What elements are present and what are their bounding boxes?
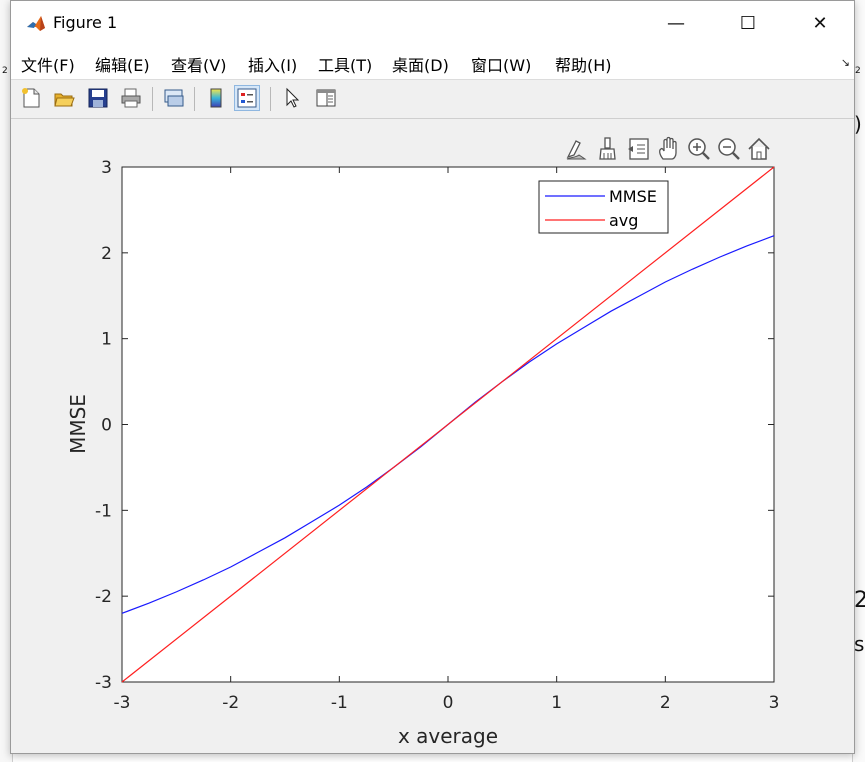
home-icon[interactable] [748,137,770,160]
link-plot-button[interactable] [161,85,187,111]
menu-edit[interactable]: 编辑(E) [95,52,150,76]
brush-icon[interactable] [599,137,616,160]
y-tick-label: -2 [95,587,112,607]
save-icon [88,88,108,108]
figure-toolbar [11,80,854,119]
insert-colorbar-button[interactable] [203,85,229,111]
background-text: ) [854,112,862,136]
print-button[interactable] [118,85,144,111]
y-axis-label: MMSE [66,394,90,454]
edit-plot-button[interactable] [279,85,305,111]
new-figure-icon [22,88,40,108]
x-tick-label: 3 [769,693,780,713]
menu-window[interactable]: 窗口(W) [471,52,531,76]
y-tick-label: 2 [101,244,112,264]
legend-icon [237,88,257,108]
axes-toolbar [566,136,770,160]
toolbar-separator [194,87,195,111]
maximize-icon: ☐ [739,13,757,34]
legend-label-avg: avg [609,211,638,230]
x-tick-label: 1 [551,693,562,713]
property-inspector-icon [316,89,336,107]
toolbar-separator [270,87,271,111]
open-file-button[interactable] [51,85,77,111]
title-bar[interactable]: Figure 1 — ☐ ✕ [11,1,854,46]
figure-canvas: -3 -2 -1 0 1 2 3 -3 -2 -1 0 1 2 3 x average MMSE MMS… [11,119,854,753]
window-title: Figure 1 [53,13,118,32]
link-plot-icon [164,89,184,107]
close-icon: ✕ [812,13,828,34]
legend-label-mmse: MMSE [609,187,657,206]
figure-window: Figure 1 — ☐ ✕ 文件(F) 编辑(E) 查看(V) 插入(I) 工… [10,0,855,754]
x-tick-label: -1 [331,693,348,713]
print-icon [121,88,141,108]
menu-insert[interactable]: 插入(I) [248,52,297,76]
minimize-button[interactable]: — [640,1,712,46]
toolbar-separator [152,87,153,111]
background-text: 2 [854,588,865,613]
menu-help[interactable]: 帮助(H) [555,52,612,76]
x-tick-label: -2 [222,693,239,713]
x-tick-labels: -3 -2 -1 0 1 2 3 [114,693,780,713]
zoom-in-icon[interactable] [688,138,710,160]
plot-svg: -3 -2 -1 0 1 2 3 -3 -2 -1 0 1 2 3 x average MMSE MMS… [66,136,780,748]
background-text: 2 [2,66,8,76]
data-tips-icon[interactable] [628,138,649,160]
pointer-icon [286,87,300,108]
minimize-icon: — [667,13,685,34]
y-tick-label: -3 [95,673,112,693]
save-button[interactable] [85,85,111,111]
menu-desktop[interactable]: 桌面(D) [392,52,449,76]
maximize-button[interactable]: ☐ [712,1,784,46]
insert-legend-button[interactable] [234,85,260,111]
menu-view[interactable]: 查看(V) [171,52,226,76]
y-tick-label: -1 [95,501,112,521]
y-tick-labels: -3 -2 -1 0 1 2 3 [95,158,112,693]
colorbar-icon [210,88,222,108]
background-text: 2 [855,66,861,76]
new-figure-button[interactable] [18,85,44,111]
y-tick-label: 0 [101,416,112,436]
menu-tools[interactable]: 工具(T) [318,52,372,76]
toolbar-toggle-arrow-icon[interactable]: ↘ [841,56,850,69]
legend[interactable]: MMSE avg [538,180,669,234]
matlab-logo-icon [25,13,47,35]
y-tick-label: 3 [101,158,112,178]
x-axis-label: x average [398,724,498,748]
close-button[interactable]: ✕ [784,1,856,46]
menu-file[interactable]: 文件(F) [21,52,75,76]
x-tick-label: 0 [443,693,454,713]
y-tick-label: 1 [101,330,112,350]
background-text: s [854,632,865,656]
property-inspector-button[interactable] [313,85,339,111]
pan-icon[interactable] [659,136,677,160]
x-tick-label: 2 [660,693,671,713]
brush-data-icon[interactable] [566,140,587,160]
open-file-icon [54,93,75,107]
x-tick-label: -3 [114,693,131,713]
menu-bar: 文件(F) 编辑(E) 查看(V) 插入(I) 工具(T) 桌面(D) 窗口(W… [11,46,854,80]
zoom-out-icon[interactable] [718,138,740,160]
